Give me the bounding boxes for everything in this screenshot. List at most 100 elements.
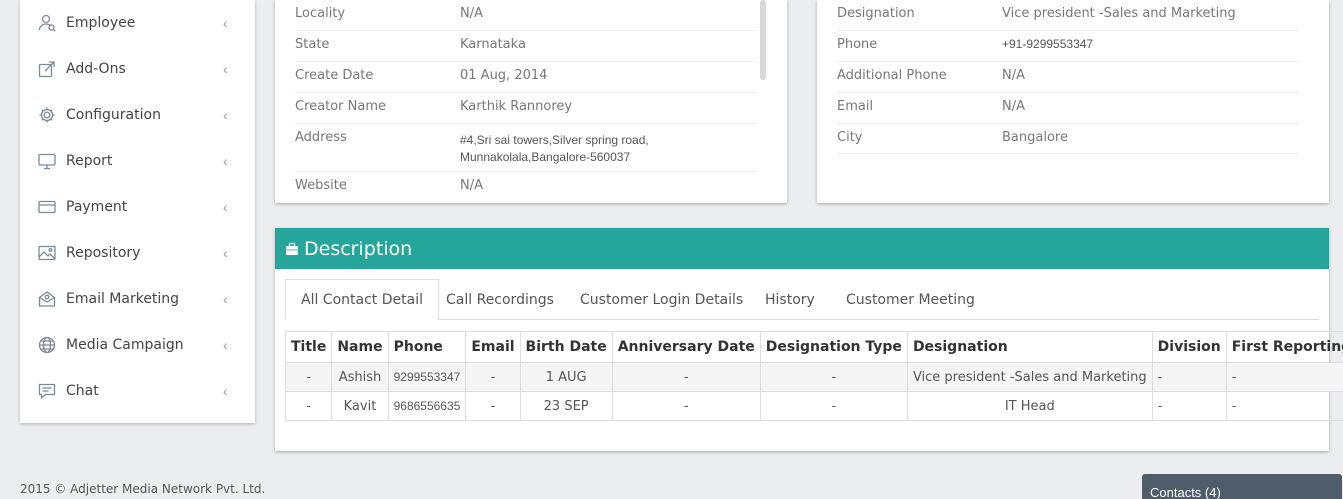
col-first-reporting: First Reporting <box>1225 331 1343 363</box>
chevron-left-icon: ‹ <box>223 107 228 123</box>
globe-icon <box>38 336 56 354</box>
tab-customer-login-details[interactable]: Customer Login Details <box>565 279 758 320</box>
info-value: N/A <box>1002 99 1025 114</box>
table-row: - Ashish 9299553347 - 1 AUG - - Vice pre… <box>284 362 1343 392</box>
address-line-1: #4,Sri sai towers,Silver spring road, <box>460 133 649 147</box>
tab-history[interactable]: History <box>750 279 830 320</box>
sidebar-item-employee[interactable]: Employee ‹ <box>20 0 255 46</box>
tab-all-contact-detail[interactable]: All Contact Detail <box>285 279 439 320</box>
info-value: N/A <box>1002 68 1025 83</box>
info-row-phone: Phone +91-9299553347 <box>837 31 1299 62</box>
sidebar: Employee ‹ Add-Ons ‹ Configuration ‹ Rep… <box>20 0 255 423</box>
info-row-website: Website N/A <box>295 172 757 203</box>
cell-designation-type: - <box>759 362 908 392</box>
info-value: #4,Sri sai towers,Silver spring road, Mu… <box>460 132 649 166</box>
info-key: State <box>295 37 330 52</box>
col-designation: Designation <box>906 331 1153 363</box>
address-line-2: Munnakolala,Bangalore-560037 <box>460 150 631 164</box>
chat-icon <box>38 382 56 400</box>
info-key: Website <box>295 178 347 193</box>
info-row-create-date: Create Date 01 Aug, 2014 <box>295 62 757 93</box>
cell-designation-type: - <box>759 391 908 421</box>
info-row-address: Address #4,Sri sai towers,Silver spring … <box>295 124 757 172</box>
cell-division: - <box>1151 362 1227 392</box>
footer-copyright: 2015 © Adjetter Media Network Pvt. Ltd. <box>20 482 266 496</box>
chevron-left-icon: ‹ <box>223 245 228 261</box>
description-header: Description <box>275 228 1329 269</box>
info-row-email: Email N/A <box>837 93 1299 124</box>
info-row-city: City Bangalore <box>837 124 1299 154</box>
cell-email: - <box>465 391 521 421</box>
contacts-chat-bar[interactable]: Contacts (4) <box>1142 474 1342 499</box>
sidebar-item-label: Repository <box>66 245 141 261</box>
info-key: Creator Name <box>295 99 386 114</box>
cell-title: - <box>284 362 333 392</box>
col-designation-type: Designation Type <box>759 331 908 363</box>
cell-phone: 9686556635 <box>387 391 467 421</box>
cell-title: - <box>284 391 333 421</box>
sidebar-item-email-marketing[interactable]: Email Marketing ‹ <box>20 276 255 322</box>
col-name: Name <box>331 331 389 363</box>
col-division: Division <box>1151 331 1227 363</box>
sidebar-item-payment[interactable]: Payment ‹ <box>20 184 255 230</box>
cell-birth-date: 23 SEP <box>519 391 613 421</box>
cell-first-reporting: - <box>1225 362 1343 392</box>
contacts-table: Title Name Phone Email Birth Date Annive… <box>284 331 1343 421</box>
sidebar-item-add-ons[interactable]: Add-Ons ‹ <box>20 46 255 92</box>
info-key: Additional Phone <box>837 68 947 83</box>
tab-customer-meeting[interactable]: Customer Meeting <box>831 279 990 320</box>
chevron-left-icon: ‹ <box>223 15 228 31</box>
info-value: Bangalore <box>1002 130 1068 145</box>
info-key: Locality <box>295 6 346 21</box>
info-row-creator-name: Creator Name Karthik Rannorey <box>295 93 757 124</box>
sidebar-item-label: Employee <box>66 15 136 31</box>
info-value: Karnataka <box>460 37 526 52</box>
sidebar-item-configuration[interactable]: Configuration ‹ <box>20 92 255 138</box>
info-value: +91-9299553347 <box>1002 37 1094 51</box>
info-key: Phone <box>837 37 878 52</box>
contact-info-card: Designation Vice president -Sales and Ma… <box>817 0 1329 203</box>
info-value: Karthik Rannorey <box>460 99 573 114</box>
envelope-open-icon <box>38 290 56 308</box>
info-row-designation: Designation Vice president -Sales and Ma… <box>837 0 1299 31</box>
cell-birth-date: 1 AUG <box>519 362 613 392</box>
info-key: Email <box>837 99 874 114</box>
info-key: Create Date <box>295 68 374 83</box>
description-panel: Description All Contact Detail Call Reco… <box>275 228 1343 451</box>
briefcase-icon <box>286 242 298 255</box>
col-title: Title <box>284 331 333 363</box>
tab-call-recordings[interactable]: Call Recordings <box>431 279 569 320</box>
col-anniversary-date: Anniversary Date <box>611 331 761 363</box>
sidebar-item-label: Media Campaign <box>66 337 184 353</box>
credit-card-icon <box>38 198 56 216</box>
table-header-row: Title Name Phone Email Birth Date Annive… <box>284 331 1343 363</box>
col-birth-date: Birth Date <box>519 331 613 363</box>
cell-name: Kavit <box>331 391 389 421</box>
sidebar-item-chat[interactable]: Chat ‹ <box>20 368 255 414</box>
chevron-left-icon: ‹ <box>223 291 228 307</box>
scrollbar[interactable] <box>760 0 766 80</box>
chevron-left-icon: ‹ <box>223 383 228 399</box>
info-key: City <box>837 130 863 145</box>
info-row-state: State Karnataka <box>295 31 757 62</box>
info-row-locality: Locality N/A <box>295 0 757 31</box>
company-info-card[interactable]: Locality N/A State Karnataka Create Date… <box>275 0 787 203</box>
sidebar-item-label: Add-Ons <box>66 61 126 77</box>
sidebar-item-report[interactable]: Report ‹ <box>20 138 255 184</box>
chevron-left-icon: ‹ <box>223 153 228 169</box>
sidebar-item-label: Configuration <box>66 107 161 123</box>
sidebar-item-repository[interactable]: Repository ‹ <box>20 230 255 276</box>
col-email: Email <box>465 331 521 363</box>
table-row: - Kavit 9686556635 - 23 SEP - - IT Head … <box>284 391 1343 421</box>
chevron-left-icon: ‹ <box>223 199 228 215</box>
description-tabs: All Contact Detail Call Recordings Custo… <box>285 279 1319 320</box>
sidebar-item-media-campaign[interactable]: Media Campaign ‹ <box>20 322 255 368</box>
cell-designation: Vice president -Sales and Marketing <box>906 362 1153 392</box>
cell-email: - <box>465 362 521 392</box>
cell-designation: IT Head <box>906 391 1153 421</box>
sidebar-item-label: Report <box>66 153 113 169</box>
cell-anniversary-date: - <box>611 362 761 392</box>
cell-division: - <box>1151 391 1227 421</box>
sidebar-item-label: Email Marketing <box>66 291 180 307</box>
info-key: Designation <box>837 6 915 21</box>
